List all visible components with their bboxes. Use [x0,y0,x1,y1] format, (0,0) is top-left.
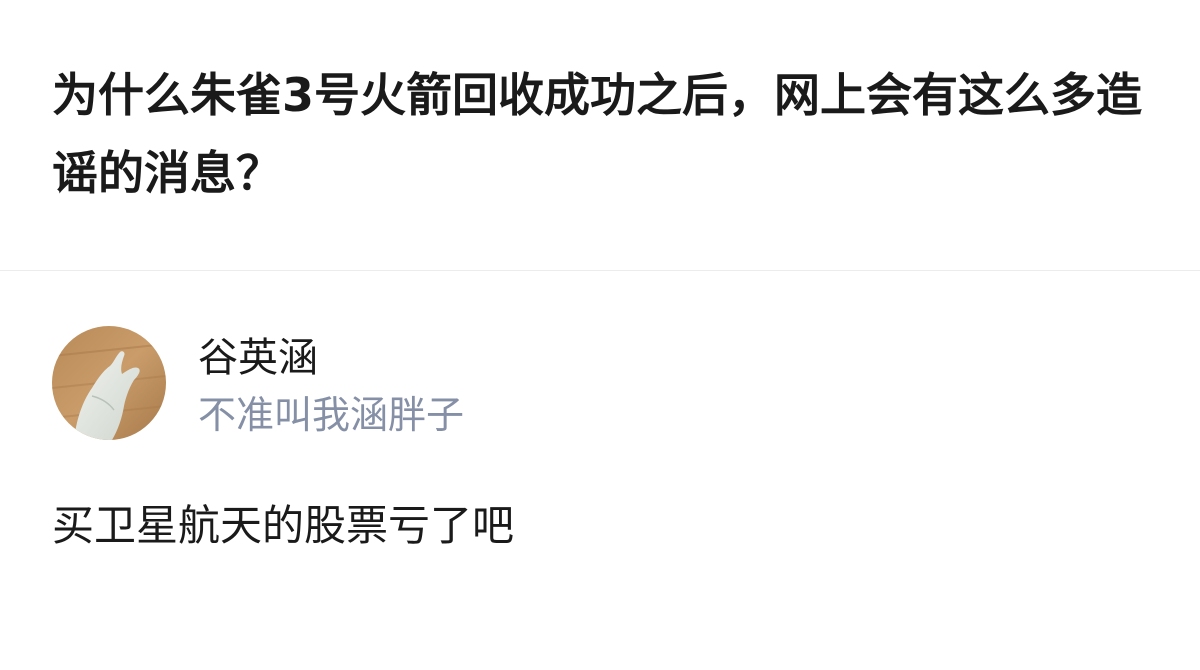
author-card: 谷英涵 不准叫我涵胖子 [52,326,464,442]
question-title[interactable]: 为什么朱雀3号火箭回收成功之后，网上会有这么多造谣的消息？ [52,56,1162,212]
author-name[interactable]: 谷英涵 [198,332,464,384]
answer-page: 为什么朱雀3号火箭回收成功之后，网上会有这么多造谣的消息？ 谷英涵 不准叫我涵胖… [0,0,1200,670]
hand-on-wood-avatar-icon [52,326,166,440]
divider [0,270,1200,271]
answer-content: 买卫星航天的股票亏了吧 [52,501,515,550]
author-bio: 不准叫我涵胖子 [198,393,465,437]
avatar[interactable] [52,326,166,440]
author-info: 谷英涵 不准叫我涵胖子 [198,326,464,442]
